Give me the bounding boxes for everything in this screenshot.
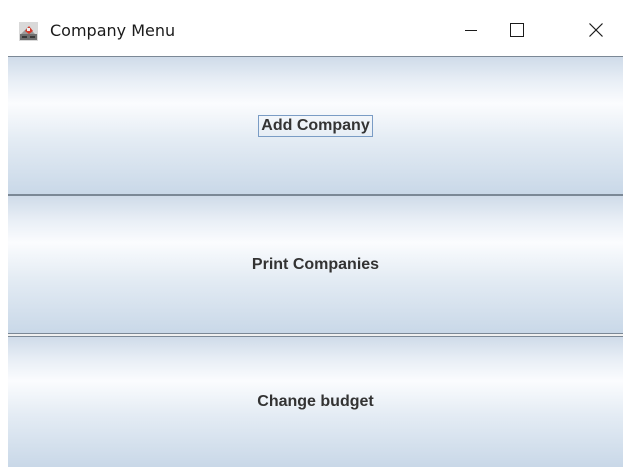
minimize-icon bbox=[465, 30, 477, 31]
change-budget-button[interactable]: Change budget bbox=[8, 336, 623, 467]
add-company-button[interactable]: Add Company bbox=[8, 56, 623, 195]
close-icon bbox=[589, 23, 603, 37]
maximize-button[interactable] bbox=[494, 14, 540, 46]
title-bar[interactable]: Company Menu bbox=[0, 0, 623, 56]
print-companies-label: Print Companies bbox=[251, 255, 380, 273]
print-companies-button[interactable]: Print Companies bbox=[8, 195, 623, 334]
menu-panel: Add Company Print Companies Change budge… bbox=[8, 56, 623, 467]
window-title: Company Menu bbox=[50, 21, 176, 40]
java-app-icon bbox=[19, 22, 38, 41]
change-budget-label: Change budget bbox=[257, 393, 374, 410]
company-menu-window: Company Menu Add Company Print Companies bbox=[0, 0, 623, 467]
close-button[interactable] bbox=[573, 14, 619, 46]
minimize-button[interactable] bbox=[448, 14, 494, 46]
add-company-label: Add Company bbox=[258, 114, 373, 137]
maximize-icon bbox=[510, 23, 524, 37]
